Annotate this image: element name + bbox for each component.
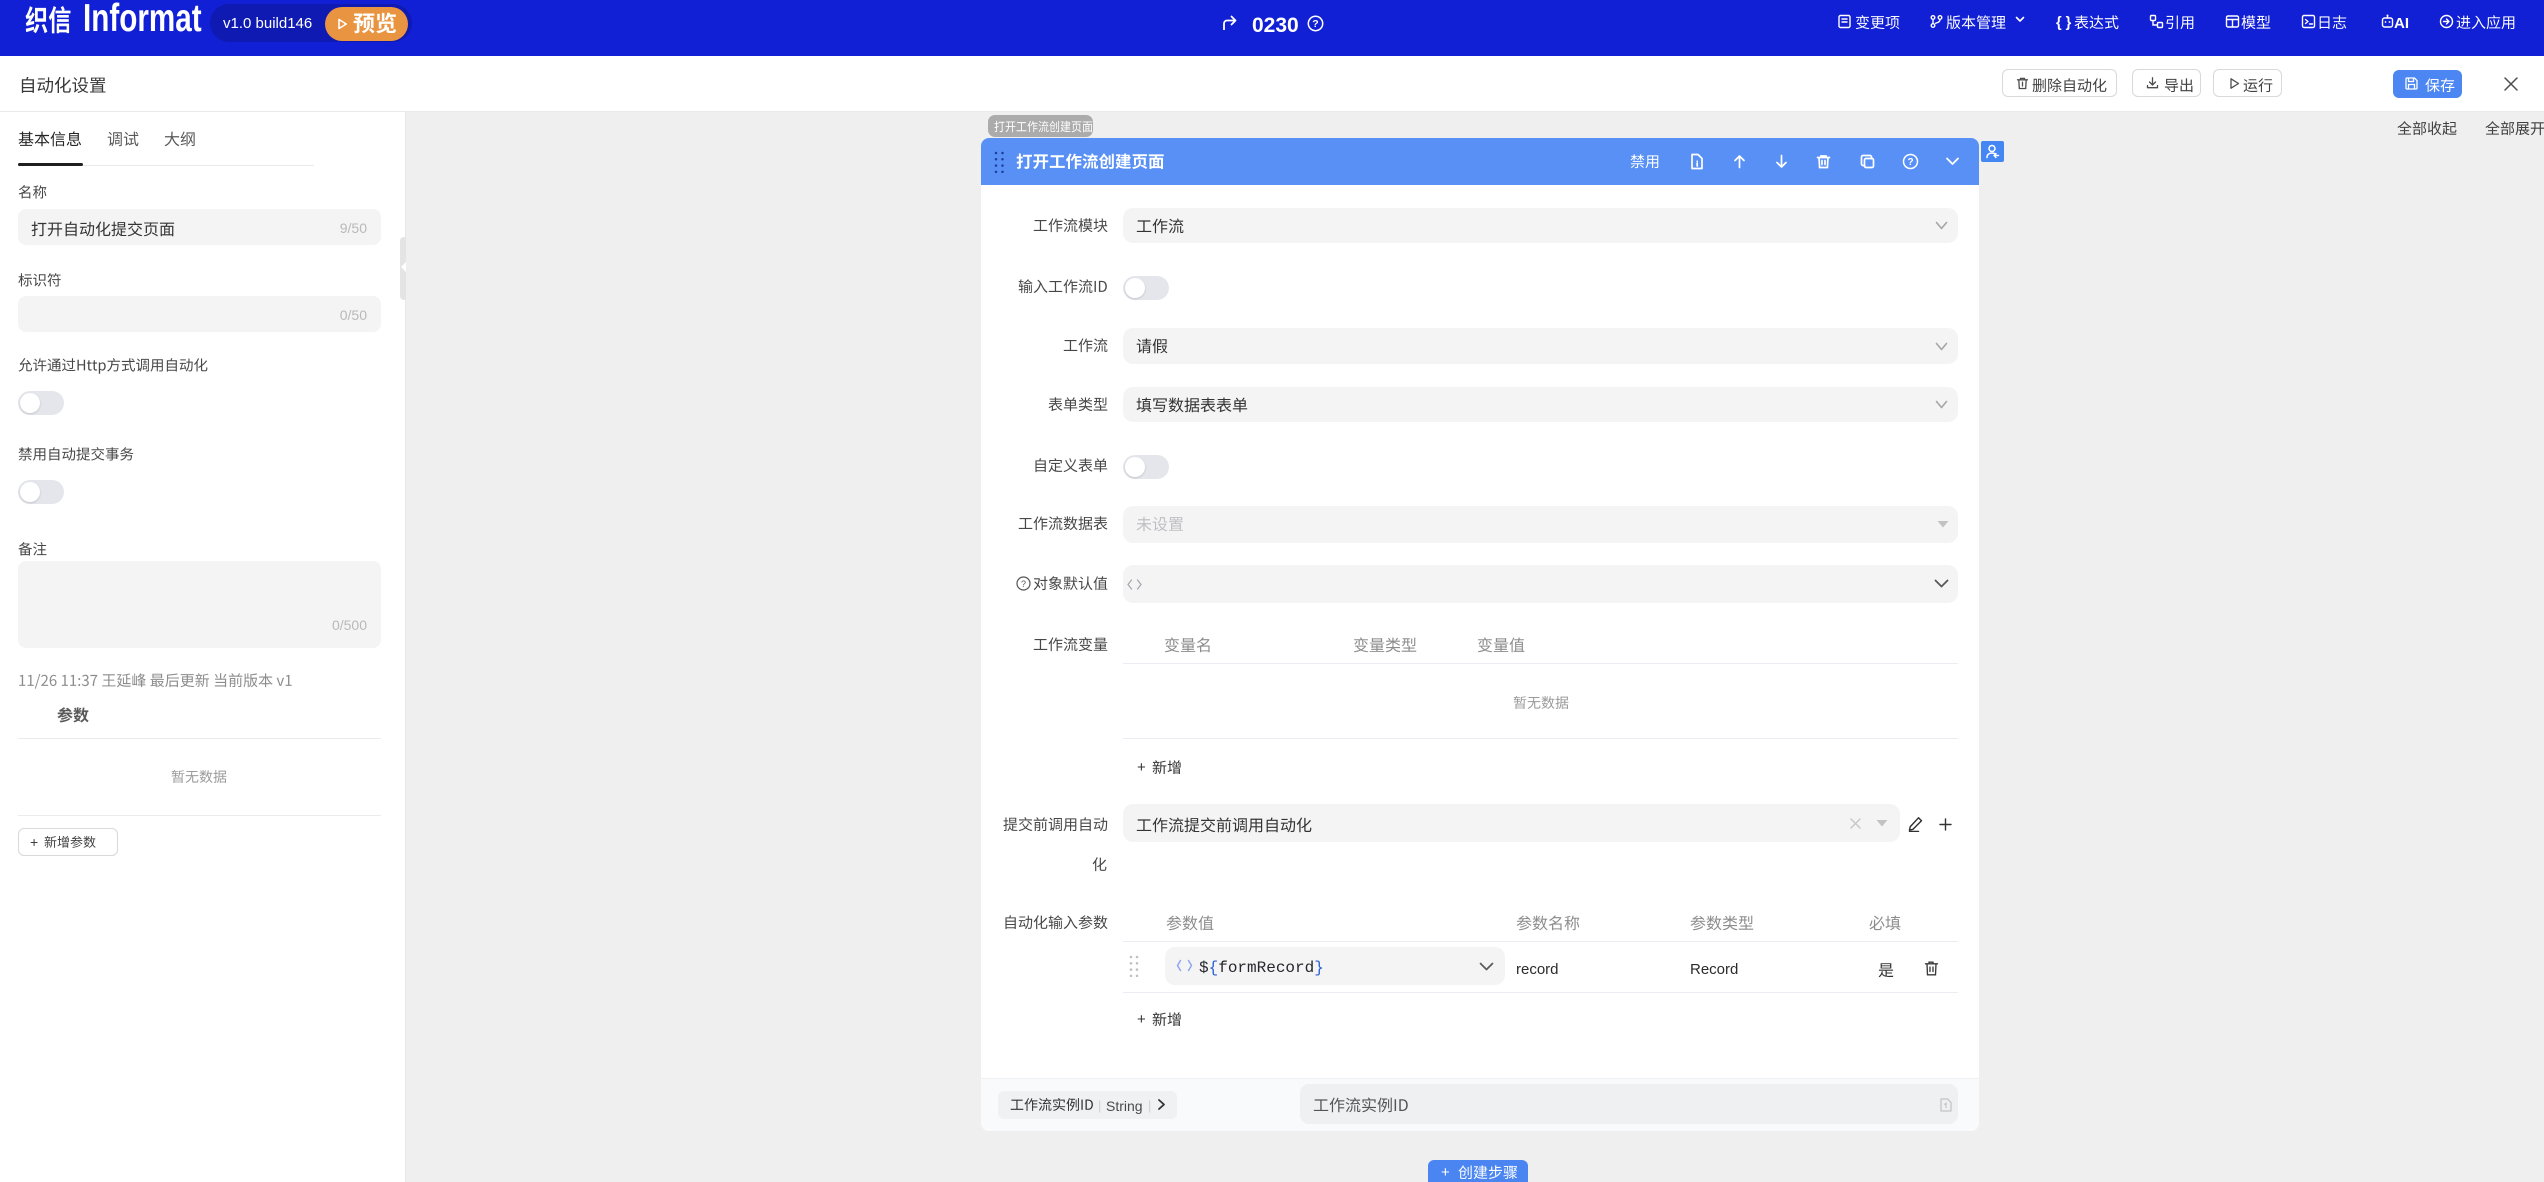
svg-text:?: ? [1907, 157, 1913, 168]
svg-text:?: ? [1021, 579, 1026, 589]
svg-text:?: ? [1312, 18, 1318, 30]
